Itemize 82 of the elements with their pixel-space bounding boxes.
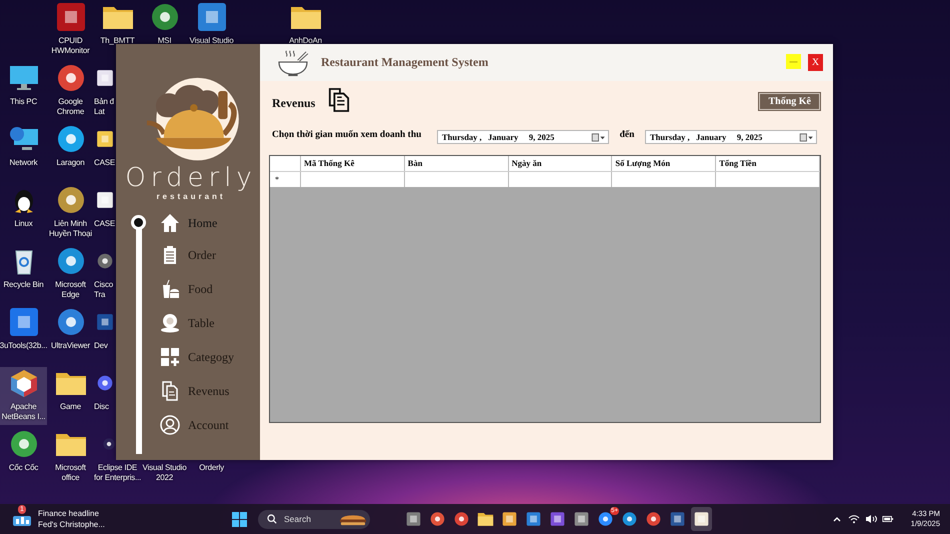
taskbar-app[interactable] [691,507,712,531]
column-header[interactable]: Bàn [404,156,509,171]
desktop-icon-label[interactable]: Network [10,158,38,168]
date-range-label: Chọn thời gian muốn xem doanh thu [272,130,422,140]
app-icon [429,511,446,527]
app-icon [597,511,614,527]
category-grid-icon[interactable] [160,347,180,367]
app-icon [645,511,662,527]
desktop-icon-label[interactable]: Dev [94,341,108,351]
desktop-icon-label[interactable]: Linux [14,219,33,229]
column-header[interactable]: Mã Thống Kê [301,156,405,171]
documents-icon[interactable] [160,381,180,401]
app-icon [693,511,710,527]
burger-icon [339,512,367,526]
search-icon [267,514,277,524]
desktop-icon-label[interactable]: UltraViewer [51,341,90,351]
column-header[interactable]: Số Lượng Món [612,156,716,171]
app-icon [621,511,638,527]
desktop-icon-label[interactable]: Liên Minh Huyền Thoại [48,219,92,239]
desktop-icon-label[interactable]: Recycle Bin [3,280,44,290]
app-icon [573,511,590,527]
desktop-icon-label[interactable]: Google Chrome [56,97,84,117]
desktop-icon-label[interactable]: AnhDoAn [289,36,322,46]
desktop-icon-label[interactable]: Bản đ Lat [94,97,114,117]
desktop-icon-label[interactable]: Apache NetBeans I... [2,402,46,422]
desktop-icon-label[interactable]: Visual Studio 2022 [142,463,186,483]
home-icon[interactable] [160,213,180,233]
app-icon [525,511,542,527]
desktop-icon-label[interactable]: Cisco Tra [94,280,114,300]
desktop-icon-label[interactable]: MSI [158,36,172,46]
wifi-icon[interactable] [848,514,860,524]
app-icon [549,511,566,527]
desktop-icon-label[interactable]: Disc [94,402,109,412]
app-icon [669,511,686,527]
calendar-dropdown-icon[interactable] [799,132,814,142]
desktop-icon-label[interactable]: CASE [94,158,115,168]
desktop-icon-label[interactable]: Laragon [56,158,84,168]
app-icon [453,511,470,527]
calendar-dropdown-icon[interactable] [591,132,606,142]
documents-icon [328,87,350,113]
close-button[interactable]: X [808,54,823,71]
desktop-icon-label[interactable]: Eclipse IDE for Enterpris... [94,463,142,483]
news-headline[interactable]: Finance headline [38,508,105,519]
column-header[interactable]: Ngày ăn [508,156,612,171]
desktop-icon-label[interactable]: This PC [10,97,38,107]
desktop-icon-label[interactable]: Game [60,402,81,412]
app-icon [405,511,422,527]
app-icon[interactable] [54,3,86,31]
app-icon[interactable] [8,308,40,336]
noodle-bowl-icon [277,48,309,76]
table-pin-icon[interactable] [160,313,180,333]
app-icon [501,511,518,527]
battery-icon[interactable] [882,514,894,524]
desktop-icon-label[interactable]: Cốc Cốc [8,463,38,473]
column-header[interactable]: Tổng Tiền [716,156,820,171]
desktop-icon-label[interactable]: CPUID HWMonitor [51,36,90,56]
range-separator-label: đến [618,130,636,140]
desktop-icon-label[interactable]: Orderly [199,463,224,473]
desktop-icon-label[interactable]: 3uTools(32b... [0,341,48,351]
desktop-icon-label[interactable]: Microsoft office [55,463,86,483]
network-icon[interactable] [8,125,40,153]
desktop-icon-label[interactable]: CASE [94,219,115,229]
app-icon[interactable] [196,3,228,31]
minimize-button[interactable]: — [786,54,801,69]
news-subtitle[interactable]: Fed's Christophe... [38,519,105,530]
desktop-icon-label[interactable]: Microsoft Edge [55,280,86,300]
monitor-icon[interactable] [8,64,40,92]
start-icon[interactable] [232,512,247,526]
date-picker[interactable]: Thursday , January 9, 2025 [437,130,609,144]
desktop-icon-label[interactable]: Visual Studio [190,36,234,46]
desktop-icon-label[interactable]: Th_BMTT [100,36,135,46]
date-picker[interactable]: Thursday , January 9, 2025 [645,130,817,144]
drink-and-burger-icon[interactable] [160,279,180,299]
page-title: Revenus [272,96,316,110]
brand-tagline: restaurant [155,192,226,202]
statistics-button[interactable]: Thống Kê [759,92,820,110]
account-icon[interactable] [160,415,180,435]
folder-icon [477,511,494,527]
search-field[interactable]: Search [258,510,370,528]
brand-name: Orderly [124,164,257,192]
window-title: Restaurant Management System [321,55,488,70]
speaker-icon[interactable] [864,514,877,524]
